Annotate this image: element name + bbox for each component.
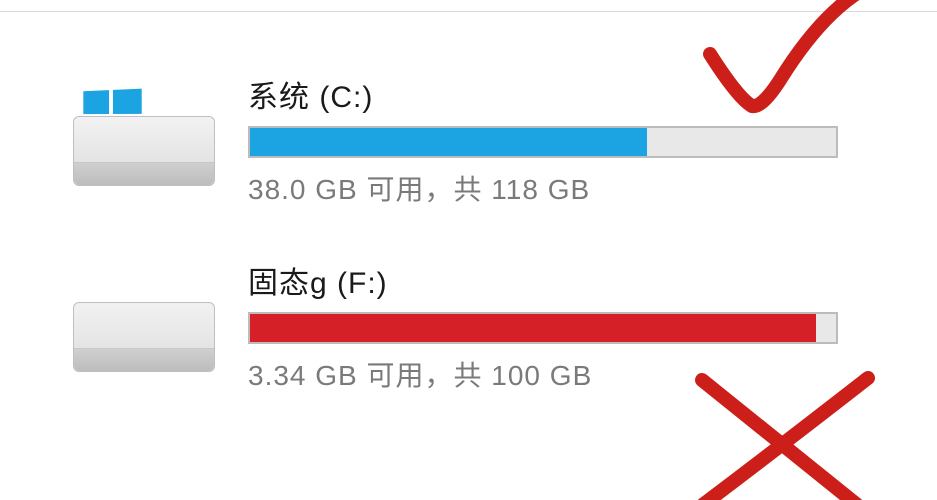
disk-icon xyxy=(73,116,215,186)
drive-label: 系统 (C:) xyxy=(248,72,875,116)
drive-capacity-bar xyxy=(248,312,838,344)
drive-capacity-fill xyxy=(250,128,647,156)
drive-item-f[interactable]: 固态g (F:) 3.34 GB 可用，共 100 GB xyxy=(55,258,875,398)
disk-icon xyxy=(73,302,215,372)
drive-label: 固态g (F:) xyxy=(248,258,875,302)
drive-stats: 3.34 GB 可用，共 100 GB xyxy=(248,354,875,394)
drive-item-c[interactable]: 系统 (C:) 38.0 GB 可用，共 118 GB xyxy=(55,72,875,212)
window-divider xyxy=(0,11,937,12)
drive-icon-generic xyxy=(55,258,230,398)
drive-capacity-fill xyxy=(250,314,816,342)
drive-icon-system xyxy=(55,72,230,212)
drive-capacity-bar xyxy=(248,126,838,158)
drive-stats: 38.0 GB 可用，共 118 GB xyxy=(248,168,875,208)
